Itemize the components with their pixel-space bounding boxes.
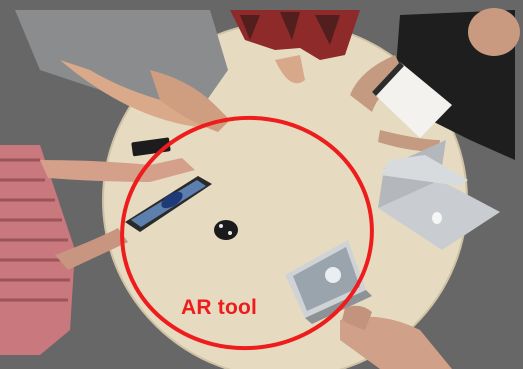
annotation-label: AR tool xyxy=(181,296,258,319)
meeting-scene xyxy=(0,0,523,369)
marker-object xyxy=(214,220,238,240)
photo-frame: AR tool xyxy=(0,0,523,369)
